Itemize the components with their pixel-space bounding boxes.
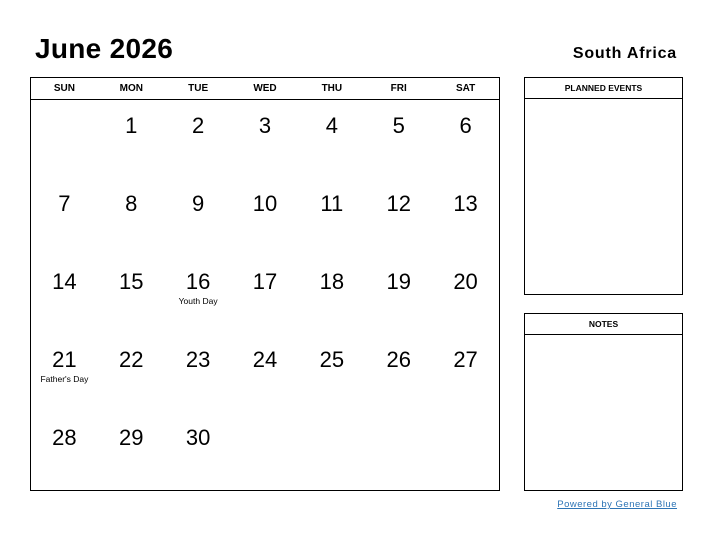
day-number: 10	[252, 191, 278, 216]
weekday-wed: WED	[253, 83, 277, 94]
day-cell: 6	[432, 100, 499, 178]
day-number: 6	[459, 113, 472, 138]
day-number: 7	[58, 191, 71, 216]
day-number: 4	[325, 113, 338, 138]
day-cell: 17	[232, 256, 299, 334]
weekday-sun: SUN	[53, 83, 75, 94]
notes-heading: NOTES	[525, 314, 682, 335]
day-cell: 7	[31, 178, 98, 256]
day-number: 27	[453, 347, 478, 372]
weekday-sat: SAT	[455, 83, 476, 94]
day-number: 29	[119, 425, 144, 450]
day-number: 19	[386, 269, 411, 294]
day-number: 5	[392, 113, 405, 138]
weekday-header: SUN MON TUE WED THU FRI SAT	[31, 78, 499, 100]
day-cell: 2	[165, 100, 232, 178]
day-cell: 26	[365, 334, 432, 412]
day-number: 26	[386, 347, 411, 372]
day-cell: 13	[432, 178, 499, 256]
day-cell: 15	[98, 256, 165, 334]
day-number: 23	[185, 347, 211, 372]
day-cell: 12	[365, 178, 432, 256]
day-number: 30	[185, 425, 211, 450]
weekday-fri: FRI	[390, 83, 407, 94]
day-number: 15	[119, 269, 144, 294]
day-cell: 11	[298, 178, 365, 256]
day-number: 9	[192, 191, 205, 216]
day-number: 25	[319, 347, 345, 372]
day-cell: 30	[165, 412, 232, 490]
day-number: 13	[453, 191, 478, 216]
day-number: 2	[192, 113, 205, 138]
powered-by-link[interactable]: Powered by General Blue	[557, 499, 677, 510]
day-number: 8	[125, 191, 138, 216]
day-number: 14	[52, 269, 77, 294]
month-title: June 2026	[35, 33, 174, 64]
day-grid: 1 2 3 4 5 6 7 8 9 10 11 12 13 14 15 16 Youth Day 17 18 19 20…	[31, 100, 499, 490]
day-cell	[31, 100, 98, 178]
day-number: 17	[252, 269, 278, 294]
day-cell: 27	[432, 334, 499, 412]
day-cell: 24	[232, 334, 299, 412]
day-cell: 14	[31, 256, 98, 334]
weekday-tue: TUE	[188, 83, 209, 94]
day-number: 16	[185, 269, 211, 294]
holiday-label: Youth Day	[178, 296, 218, 306]
day-cell: 3	[232, 100, 299, 178]
day-number: 21	[52, 347, 77, 372]
day-cell: 18	[298, 256, 365, 334]
day-number: 24	[252, 347, 278, 372]
day-number: 11	[320, 191, 344, 216]
weekday-mon: MON	[119, 83, 143, 94]
planned-events-box: PLANNED EVENTS	[524, 77, 683, 295]
day-cell	[298, 412, 365, 490]
day-number: 18	[319, 269, 345, 294]
day-cell: 8	[98, 178, 165, 256]
day-cell: 22	[98, 334, 165, 412]
day-cell	[432, 412, 499, 490]
day-cell: 5	[365, 100, 432, 178]
planned-events-heading: PLANNED EVENTS	[525, 78, 682, 99]
day-cell	[365, 412, 432, 490]
day-cell: 28	[31, 412, 98, 490]
day-cell: 23	[165, 334, 232, 412]
day-cell: 20	[432, 256, 499, 334]
day-cell: 25	[298, 334, 365, 412]
day-number: 28	[52, 425, 77, 450]
day-cell: 10	[232, 178, 299, 256]
day-cell: 19	[365, 256, 432, 334]
calendar-grid: SUN MON TUE WED THU FRI SAT 1 2 3 4 5 6 7 8 9 10 1…	[30, 77, 500, 491]
day-number: 3	[258, 113, 272, 138]
day-number: 1	[125, 113, 138, 138]
day-cell: 16 Youth Day	[165, 256, 232, 334]
day-number: 22	[119, 347, 144, 372]
notes-box: NOTES	[524, 313, 683, 491]
day-cell: 1	[98, 100, 165, 178]
holiday-label: Father's Day	[40, 374, 89, 384]
day-cell: 21 Father's Day	[31, 334, 98, 412]
country-label: South Africa	[572, 45, 677, 62]
weekday-thu: THU	[321, 83, 343, 94]
day-cell: 9	[165, 178, 232, 256]
day-number: 12	[386, 191, 411, 216]
day-number: 20	[453, 269, 478, 294]
day-cell	[232, 412, 299, 490]
day-cell: 4	[298, 100, 365, 178]
day-cell: 29	[98, 412, 165, 490]
